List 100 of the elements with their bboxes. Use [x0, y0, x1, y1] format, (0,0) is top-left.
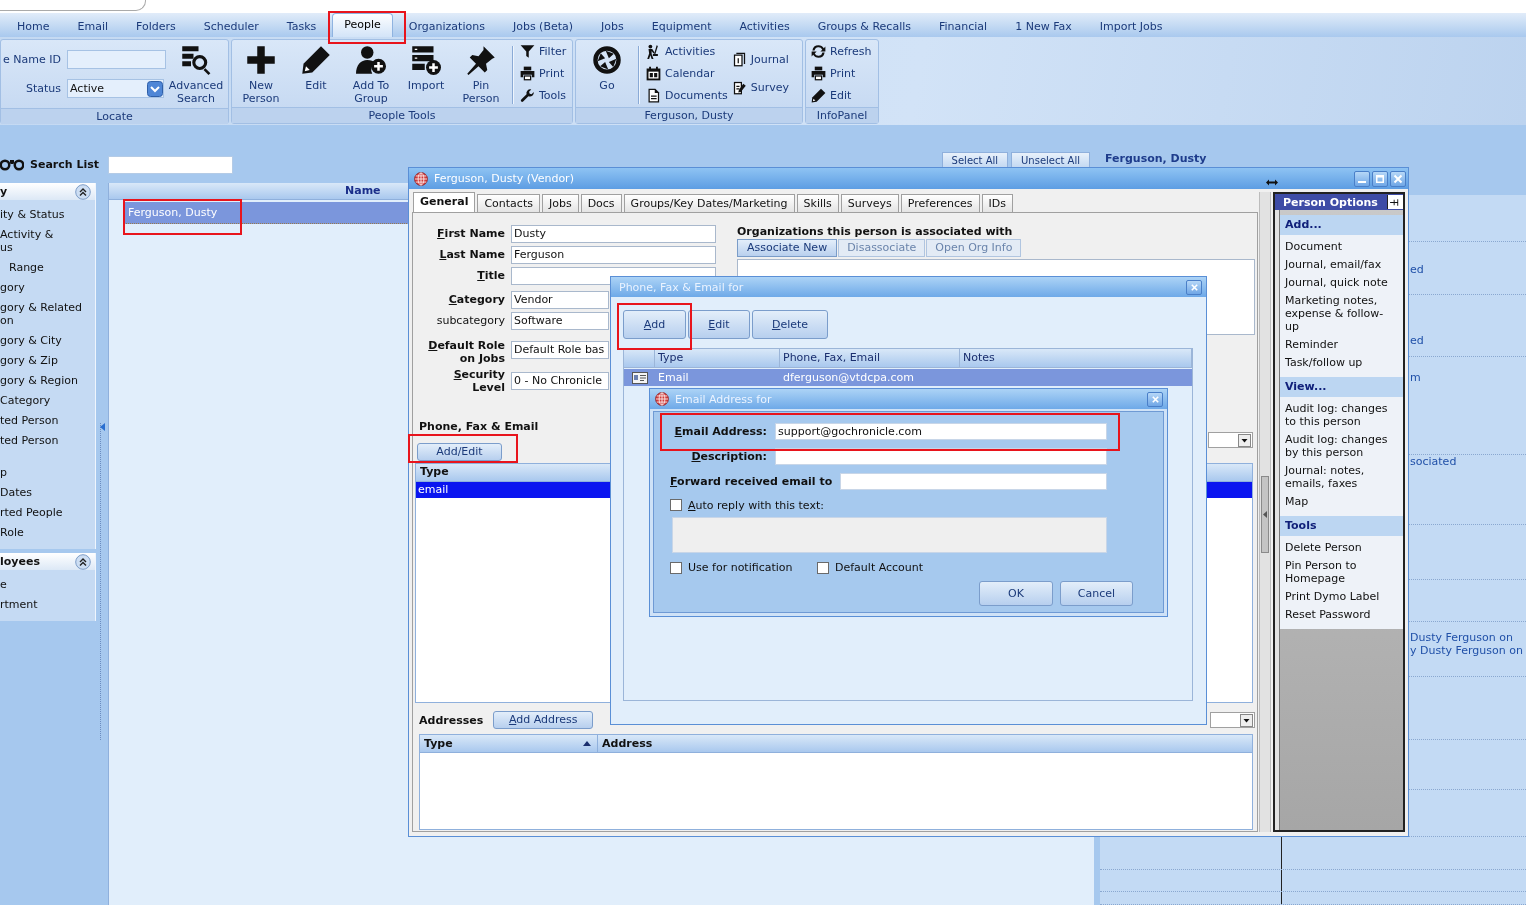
- option-link[interactable]: Audit log: changes to this person: [1285, 402, 1395, 433]
- menu-tab[interactable]: Folders: [122, 17, 190, 37]
- toolbar-button[interactable]: Filter: [520, 40, 567, 62]
- menu-tab[interactable]: Tasks: [272, 17, 331, 37]
- menu-tab[interactable]: Scheduler: [189, 17, 273, 37]
- option-link[interactable]: Marketing notes, expense & follow-up: [1285, 294, 1395, 338]
- advanced-search-button[interactable]: Advanced Search: [166, 40, 226, 108]
- option-link[interactable]: Document: [1285, 240, 1395, 258]
- resize-arrows-icon[interactable]: [1266, 179, 1278, 186]
- toolbar-button[interactable]: Calendar: [646, 62, 728, 84]
- menu-tab[interactable]: Equipment: [637, 17, 726, 37]
- minimize-button[interactable]: [1354, 170, 1370, 187]
- option-link[interactable]: Journal: notes, emails, faxes: [1285, 464, 1395, 495]
- toolbar-button[interactable]: New Person: [236, 40, 286, 107]
- maximize-button[interactable]: [1372, 170, 1388, 187]
- option-link[interactable]: Map: [1285, 495, 1395, 513]
- option-link[interactable]: Journal, email/fax: [1285, 258, 1395, 276]
- toolbar-button[interactable]: Import: [401, 40, 451, 107]
- option-link[interactable]: Reminder: [1285, 338, 1395, 356]
- toolbar-button[interactable]: Print: [811, 62, 872, 84]
- sidebar-item[interactable]: rted People: [0, 503, 95, 523]
- close-button[interactable]: [1147, 391, 1163, 407]
- text-field[interactable]: Ferguson: [511, 246, 716, 264]
- sidebar-item[interactable]: gory & Related on: [0, 298, 95, 331]
- sidebar-item[interactable]: e: [0, 575, 95, 595]
- sidebar-item[interactable]: ted Person: [0, 411, 95, 431]
- sidebar-item[interactable]: Role: [0, 523, 95, 543]
- sidebar-item[interactable]: p: [0, 451, 95, 483]
- toolbar-button[interactable]: Activities: [646, 40, 728, 62]
- window-tab[interactable]: Docs: [580, 194, 622, 212]
- dialog-button[interactable]: Add: [623, 310, 686, 339]
- search-list-field[interactable]: [108, 156, 233, 174]
- select-field[interactable]: [1208, 432, 1253, 448]
- window-tab[interactable]: Contacts: [477, 194, 540, 212]
- sidebar-item[interactable]: Activity & us: [0, 225, 95, 258]
- option-link[interactable]: Pin Person to Homepage: [1285, 559, 1395, 590]
- option-link[interactable]: Task/follow up: [1285, 356, 1395, 374]
- option-link[interactable]: Reset Password: [1285, 608, 1395, 626]
- select-field[interactable]: [1210, 712, 1255, 728]
- sidebar-item[interactable]: Dates: [0, 483, 95, 503]
- sidebar-item[interactable]: Range: [0, 258, 95, 278]
- list-select-button[interactable]: Select All: [941, 152, 1009, 167]
- sidebar-item[interactable]: rtment: [0, 595, 95, 615]
- toolbar-button[interactable]: Add To Group: [346, 40, 396, 107]
- column-header[interactable]: Address: [598, 735, 653, 752]
- add-edit-button[interactable]: Add/Edit: [417, 443, 502, 461]
- toolbar-button[interactable]: Refresh: [811, 40, 872, 62]
- window-tab[interactable]: General: [413, 192, 476, 212]
- menu-tab[interactable]: Activities: [725, 17, 804, 37]
- menu-tab[interactable]: Import Jobs: [1085, 17, 1177, 37]
- sidebar-item[interactable]: ted Person: [0, 431, 95, 451]
- menu-tab[interactable]: Jobs (Beta): [498, 17, 588, 37]
- column-header[interactable]: Type: [420, 735, 598, 752]
- toolbar-button[interactable]: Survey: [731, 76, 789, 98]
- text-field[interactable]: support@gochronicle.com: [775, 423, 1107, 440]
- text-field[interactable]: 0 - No Chronicle: [511, 372, 609, 390]
- checkbox[interactable]: [670, 561, 682, 574]
- menu-tab[interactable]: Financial: [925, 17, 1002, 37]
- window-tab[interactable]: Surveys: [840, 194, 899, 212]
- dialog-button[interactable]: Cancel: [1060, 581, 1133, 606]
- option-link[interactable]: Journal, quick note: [1285, 276, 1395, 294]
- toolbar-button[interactable]: Documents: [646, 84, 728, 106]
- toolbar-button[interactable]: Tools: [520, 84, 567, 106]
- menu-tab[interactable]: Groups & Recalls: [803, 17, 925, 37]
- window-tab[interactable]: Jobs: [541, 194, 579, 212]
- splitter-handle[interactable]: [1261, 476, 1269, 553]
- go-button[interactable]: Go: [582, 40, 632, 107]
- sidebar-item[interactable]: gory & Zip: [0, 351, 95, 371]
- menu-tab[interactable]: People: [332, 13, 393, 37]
- dialog-button[interactable]: OK: [979, 581, 1053, 606]
- table-row[interactable]: email: [416, 482, 610, 498]
- dialog-button[interactable]: Edit: [688, 310, 750, 339]
- checkbox[interactable]: [817, 561, 829, 574]
- toolbar-button[interactable]: Journal: [731, 48, 789, 70]
- option-link[interactable]: Delete Person: [1285, 541, 1395, 559]
- window-tab[interactable]: IDs: [981, 194, 1013, 212]
- toolbar-button[interactable]: Edit: [291, 40, 341, 107]
- collapse-icon[interactable]: [75, 553, 91, 570]
- close-button[interactable]: [1390, 170, 1406, 187]
- organization-button[interactable]: Associate New: [737, 239, 838, 257]
- window-tab[interactable]: Groups/Key Dates/Marketing: [623, 194, 795, 212]
- sidebar-item[interactable]: ity & Status: [0, 205, 95, 225]
- toolbar-button[interactable]: Pin Person: [456, 40, 506, 107]
- menu-tab[interactable]: Email: [63, 17, 122, 37]
- splitter-handle[interactable]: [100, 423, 104, 740]
- menu-tab[interactable]: Jobs: [587, 17, 638, 37]
- option-link[interactable]: Print Dymo Label: [1285, 590, 1395, 608]
- add-address-button[interactable]: Add Address: [493, 711, 594, 729]
- menu-tab[interactable]: Home: [4, 17, 64, 37]
- status-dropdown[interactable]: Active: [67, 79, 164, 98]
- text-field[interactable]: Dusty: [511, 225, 716, 243]
- text-field[interactable]: Vendor: [511, 291, 609, 309]
- option-link[interactable]: Audit log: changes by this person: [1285, 433, 1395, 464]
- text-field[interactable]: [840, 473, 1107, 490]
- dialog-button[interactable]: Delete: [752, 310, 828, 339]
- close-button[interactable]: [1186, 279, 1202, 295]
- toolbar-button[interactable]: Edit: [811, 84, 872, 106]
- sidebar-item[interactable]: Category: [0, 391, 95, 411]
- pin-button[interactable]: [1387, 195, 1403, 209]
- sidebar-item[interactable]: gory: [0, 278, 95, 298]
